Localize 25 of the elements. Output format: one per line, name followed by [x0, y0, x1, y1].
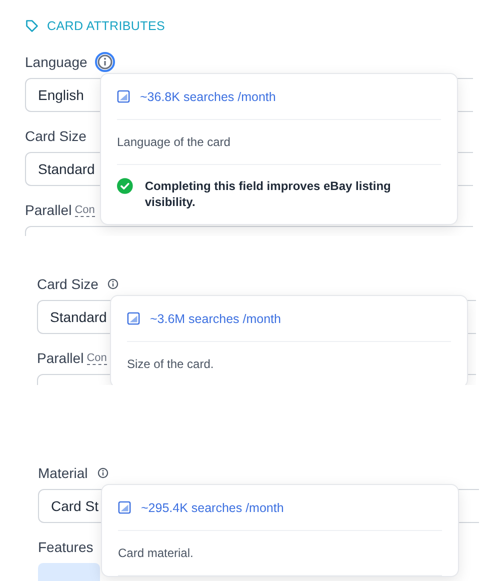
search-volume: ~3.6M searches /month [150, 312, 281, 326]
field-label: Card Size [37, 276, 98, 292]
field-description: Language of the card [117, 135, 230, 149]
info-icon[interactable] [106, 277, 120, 291]
field-label: Parallel [25, 202, 72, 218]
field-label: Features [38, 539, 94, 555]
search-volume: ~36.8K searches /month [140, 90, 276, 104]
hint-link[interactable]: Con [86, 352, 107, 364]
tag-icon [25, 19, 39, 33]
search-volume: ~295.4K searches /month [141, 500, 284, 514]
info-icon[interactable] [96, 466, 110, 480]
field-description: Size of the card. [127, 357, 214, 371]
section-heading: CARD ATTRIBUTES [47, 19, 166, 33]
field-label: Language [25, 54, 88, 70]
info-icon[interactable] [95, 52, 116, 72]
check-icon [117, 178, 133, 194]
chart-icon [117, 90, 130, 103]
visibility-note: Completing this field improves eBay listing visibility. [144, 178, 392, 210]
hint-link[interactable]: Con [74, 204, 95, 216]
chart-icon [118, 501, 131, 514]
field-description: Card material. [118, 546, 194, 560]
chart-icon [127, 312, 140, 325]
field-label: Card Size [25, 128, 86, 144]
field-label: Parallel [37, 350, 84, 366]
field-label: Material [38, 465, 88, 481]
